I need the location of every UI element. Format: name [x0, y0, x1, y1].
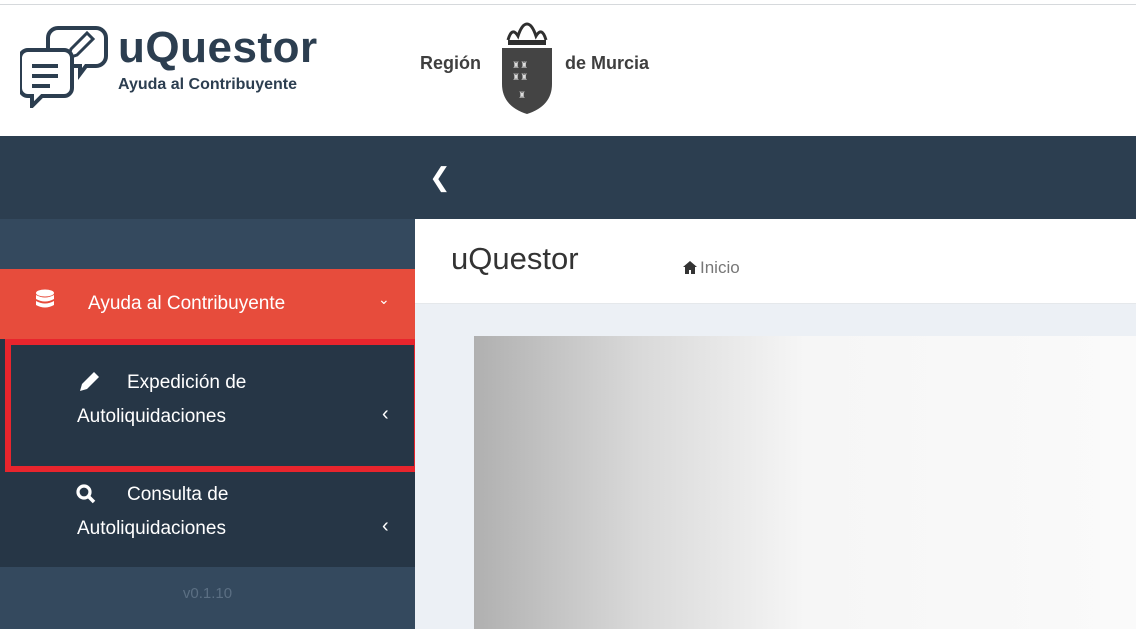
breadcrumb[interactable]: Inicio: [683, 258, 740, 278]
top-header: uQuestor Ayuda al Contribuyente Región ♜…: [0, 0, 1136, 136]
sidebar-spacer: [0, 219, 415, 269]
svg-text:♜♜: ♜♜: [512, 61, 528, 71]
app-title: uQuestor: [118, 23, 318, 72]
region-text-right: de Murcia: [565, 53, 650, 73]
sidebar-item-label-line2: Autoliquidaciones: [77, 518, 226, 539]
sidebar-top: [0, 136, 415, 219]
region-logo: Región ♜♜ ♜♜ ♜ de Murcia: [420, 20, 680, 120]
sidebar-toggle-button[interactable]: ❮: [429, 162, 451, 193]
page-title: uQuestor: [451, 241, 579, 276]
svg-text:♜: ♜: [518, 91, 526, 101]
content-header: uQuestor Inicio: [415, 219, 1136, 304]
pencil-icon: [80, 372, 99, 391]
sidebar-footer: v0.1.10: [0, 567, 415, 629]
database-icon: [36, 289, 54, 308]
coat-of-arms-icon: ♜♜ ♜♜ ♜: [502, 22, 552, 114]
app-subtitle: Ayuda al Contribuyente: [118, 76, 297, 93]
version-label: v0.1.10: [182, 585, 233, 602]
sidebar-item-consulta-autoliquidaciones[interactable]: Consulta de Autoliquidaciones ‹: [0, 472, 415, 567]
svg-text:♜♜: ♜♜: [512, 73, 528, 83]
app-logo[interactable]: uQuestor Ayuda al Contribuyente: [20, 22, 340, 112]
chevron-left-icon: ‹: [382, 403, 389, 425]
sidebar-item-expedicion-autoliquidaciones[interactable]: Expedición de Autoliquidaciones ‹: [0, 339, 415, 472]
search-icon: [76, 484, 96, 504]
breadcrumb-home-link[interactable]: Inicio: [700, 258, 740, 277]
sidebar-item-ayuda-contribuyente[interactable]: Ayuda al Contribuyente ⌄: [0, 269, 415, 339]
sidebar-item-label-line1: Expedición de: [127, 372, 247, 393]
sidebar-item-label: Ayuda al Contribuyente: [88, 293, 286, 314]
chat-bubbles-icon: [20, 26, 108, 108]
home-icon: [683, 261, 697, 274]
sidebar-item-label-line2: Autoliquidaciones: [77, 406, 226, 427]
sidebar: Ayuda al Contribuyente ⌄ Expedición de A…: [0, 136, 415, 629]
chevron-down-icon: ⌄: [378, 291, 390, 307]
banner-image: [474, 336, 1136, 629]
sidebar-item-label-line1: Consulta de: [127, 484, 229, 505]
top-navbar: ❮: [415, 136, 1136, 219]
chevron-left-icon: ‹: [382, 515, 389, 537]
content-body: [415, 304, 1136, 629]
region-text-left: Región: [420, 53, 481, 73]
header-top-divider: [0, 4, 1136, 5]
